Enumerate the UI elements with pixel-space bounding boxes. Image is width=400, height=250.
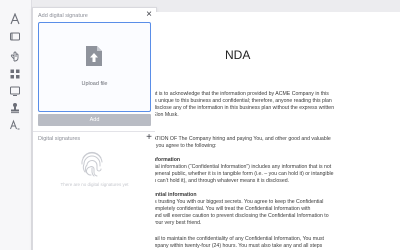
document-line: ATION OF The Company hiring and paying Y… [155, 136, 331, 142]
document-line: nformation [155, 157, 181, 163]
stamp-icon[interactable] [8, 101, 22, 115]
document-line: u can’t hold it), and through whatever m… [155, 178, 290, 184]
document-line: ompletely confidential. You will treat t… [155, 206, 311, 212]
document-title: NDA [225, 48, 251, 62]
add-button[interactable]: Add [38, 114, 151, 126]
left-toolbar [0, 0, 32, 250]
document-line: is unique to this business and confident… [155, 98, 332, 104]
document-line: and will exercise caution to prevent dis… [155, 213, 329, 219]
upload-label: Upload file [81, 81, 108, 87]
document-line: ential information [155, 192, 197, 198]
document-line: disclose any of the information in this … [155, 105, 335, 111]
upload-dropzone[interactable]: Upload file [38, 22, 151, 112]
document-line: your very best friend. [155, 220, 202, 226]
grid-icon[interactable] [8, 67, 22, 81]
document-line: mpany within twenty-four (24) hours. You… [155, 243, 323, 249]
close-icon[interactable]: × [146, 9, 152, 21]
digital-signatures-label: Digital signatures [38, 136, 81, 142]
document-line: fail to maintain the confidentiality of … [155, 236, 324, 242]
fingerprint-icon [81, 151, 103, 177]
document-line: nt is to acknowledge that the informatio… [155, 91, 329, 97]
document-line: tial information (“Confidential Informat… [155, 164, 332, 170]
document-line: general public, whether it is in tangibl… [155, 171, 334, 177]
document-page: NDA nt is to acknowledge that the inform… [155, 12, 400, 250]
panel-title: Add digital signature [38, 13, 88, 19]
upload-file-icon [86, 46, 102, 66]
comment-icon[interactable] [8, 30, 22, 44]
document-line: Elon Musk. [155, 112, 179, 118]
empty-signatures-text: There are no digital signatures yet [60, 182, 129, 187]
text-tool-icon[interactable] [8, 12, 22, 26]
pdf-editor-app: Add digital signature × Upload file Add … [0, 0, 400, 250]
divider [33, 131, 156, 132]
add-signature-icon[interactable]: + [146, 132, 152, 143]
add-signature-panel: Add digital signature × Upload file Add … [32, 7, 157, 250]
hand-pointer-icon[interactable] [8, 49, 22, 63]
text-size-icon[interactable] [8, 118, 22, 132]
document-line: is trusting You with our biggest secrets… [155, 199, 324, 205]
screen-icon[interactable] [8, 84, 22, 98]
document-line: , you agree to the following: [155, 143, 217, 149]
